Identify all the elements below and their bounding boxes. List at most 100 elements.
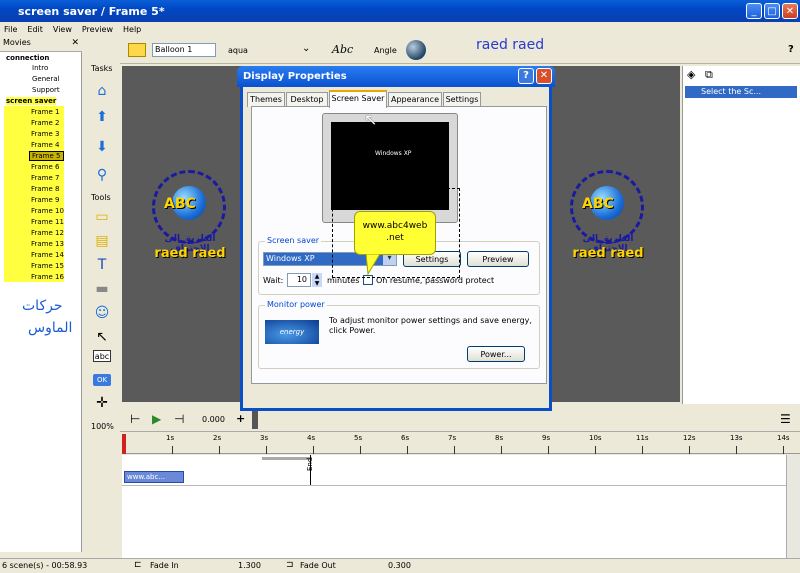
ruler-tick-label: 12s: [683, 434, 696, 442]
dialog-title-bar: Display Properties ? ✕: [237, 66, 555, 87]
duration-value[interactable]: 1.300: [238, 561, 261, 570]
balloon-icon: [128, 43, 146, 57]
button-tool-icon[interactable]: OK: [93, 374, 111, 386]
abc4web-logo-right: ABC الطريق إلى الإحتراف raed raed: [564, 168, 650, 268]
fade-in-icon[interactable]: ⊏: [134, 560, 142, 570]
cube-icon[interactable]: ◈: [687, 68, 695, 81]
person-tool-icon[interactable]: ☺: [93, 304, 111, 322]
cursor-tool-icon[interactable]: ↖: [93, 328, 111, 346]
tree-item[interactable]: General: [32, 75, 60, 83]
movies-header: Movies ✕: [0, 38, 82, 52]
home-icon[interactable]: ⌂: [93, 82, 111, 100]
crosshair-tool-icon[interactable]: ✛: [93, 394, 111, 412]
menu-preview[interactable]: Preview: [82, 25, 113, 34]
tab-screen-saver[interactable]: Screen Saver: [329, 90, 387, 108]
tree-item[interactable]: Frame 11: [31, 218, 64, 226]
monitor-power-text: To adjust monitor power settings and sav…: [329, 316, 532, 335]
tree-item[interactable]: Intro: [32, 64, 48, 72]
timeline-menu-icon[interactable]: ☰: [780, 412, 791, 426]
ruler-tick-line: [360, 446, 361, 454]
timeline-splitter[interactable]: [252, 411, 258, 429]
menu-edit[interactable]: Edit: [27, 25, 43, 34]
selection-box[interactable]: [332, 188, 460, 278]
wait-stepper[interactable]: ▲ ▼: [312, 273, 322, 287]
menu-bar: File Edit View Preview Help: [0, 22, 800, 37]
balloon-name-input[interactable]: Balloon 1: [152, 43, 216, 57]
tree-item[interactable]: Frame 15: [31, 262, 64, 270]
dialog-close-button[interactable]: ✕: [536, 68, 552, 84]
tree-item[interactable]: Frame 12: [31, 229, 64, 237]
dialog-help-button[interactable]: ?: [518, 68, 534, 84]
play-icon[interactable]: ▶: [152, 412, 161, 426]
tree-item[interactable]: Frame 8: [31, 185, 60, 193]
canvas-area[interactable]: ABC الطريق إلى الإحتراف raed raed ABC ال…: [122, 66, 680, 411]
style-select[interactable]: aqua: [228, 46, 248, 55]
tab-themes[interactable]: Themes: [247, 92, 285, 107]
time-value[interactable]: 0.000: [202, 415, 225, 424]
tab-settings[interactable]: Settings: [443, 92, 481, 107]
rectangle-tool-icon[interactable]: ▬: [93, 280, 111, 298]
end-label: End: [306, 457, 314, 471]
textbox-tool-icon[interactable]: abc: [93, 350, 111, 362]
power-button[interactable]: Power...: [467, 346, 525, 362]
help-icon[interactable]: ?: [788, 44, 794, 55]
zoom-level[interactable]: 100%: [91, 422, 114, 431]
ruler-tick-label: 3s: [260, 434, 269, 442]
preview-button[interactable]: Preview: [467, 251, 529, 267]
arrow-down-icon[interactable]: ⬇: [93, 138, 111, 156]
ruler-tick-line: [595, 446, 596, 454]
tree-item-selected[interactable]: Frame 5: [29, 151, 64, 161]
menu-help[interactable]: Help: [123, 25, 141, 34]
add-icon[interactable]: +: [236, 412, 245, 425]
close-button[interactable]: ✕: [782, 3, 798, 19]
ruler-tick-label: 13s: [730, 434, 743, 442]
wait-minutes-input[interactable]: 10: [287, 273, 311, 287]
balloon-tool-icon[interactable]: ▭: [93, 208, 111, 226]
tree-item[interactable]: Frame 3: [31, 130, 60, 138]
chevron-down-icon[interactable]: ⌄: [302, 43, 310, 54]
fade-in-label[interactable]: Fade In: [150, 561, 179, 570]
tree-item[interactable]: Frame 4: [31, 141, 60, 149]
angle-label: Angle: [374, 46, 397, 55]
fade-out-value[interactable]: 0.300: [388, 561, 411, 570]
object-list-item[interactable]: Select the Sc...: [685, 86, 797, 98]
minimize-button[interactable]: _: [746, 3, 762, 19]
go-end-icon[interactable]: ⊣: [174, 412, 184, 426]
tree-item[interactable]: Frame 10: [31, 207, 64, 215]
fade-out-label[interactable]: Fade Out: [300, 561, 336, 570]
track-divider: [122, 485, 786, 486]
font-icon[interactable]: Abc: [332, 43, 353, 56]
tree-item[interactable]: Frame 13: [31, 240, 64, 248]
fade-out-icon[interactable]: ⊐: [286, 560, 294, 570]
tree-item[interactable]: Frame 1: [31, 108, 60, 116]
timeline-scrollbar[interactable]: [786, 455, 800, 558]
layers-icon[interactable]: ⧉: [705, 68, 713, 82]
go-start-icon[interactable]: ⊢: [130, 412, 140, 426]
tree-group-connection[interactable]: connection: [6, 54, 49, 62]
tree-item[interactable]: Frame 16: [31, 273, 64, 281]
menu-view[interactable]: View: [53, 25, 72, 34]
tree-item[interactable]: Frame 7: [31, 174, 60, 182]
tab-desktop[interactable]: Desktop: [286, 92, 328, 107]
tree-item[interactable]: Frame 9: [31, 196, 60, 204]
track-range-bar[interactable]: [262, 457, 312, 460]
tree-item[interactable]: Frame 2: [31, 119, 60, 127]
menu-file[interactable]: File: [4, 25, 17, 34]
timeline-ruler[interactable]: 1s 2s 3s 4s 5s 6s 7s 8s 9s 10s 11s 12s 13s 14s: [122, 434, 800, 454]
timeline-clip[interactable]: www.abc...: [124, 471, 184, 483]
tree-group-screen-saver[interactable]: screen saver: [6, 97, 57, 105]
tools-label: Tools: [91, 193, 111, 202]
tree-item[interactable]: Frame 14: [31, 251, 64, 259]
text-tool-icon[interactable]: T: [93, 256, 111, 274]
tree-item[interactable]: Support: [32, 86, 60, 94]
monitor-power-group: Monitor power energy To adjust monitor p…: [258, 300, 540, 369]
arrow-up-icon[interactable]: ⬆: [93, 108, 111, 126]
playhead[interactable]: [122, 434, 126, 454]
note-tool-icon[interactable]: ▤: [93, 232, 111, 250]
close-panel-icon[interactable]: ✕: [71, 38, 79, 48]
maximize-button[interactable]: □: [764, 3, 780, 19]
zoom-icon[interactable]: ⚲: [93, 166, 111, 184]
tab-appearance[interactable]: Appearance: [388, 92, 442, 107]
angle-dial[interactable]: [406, 40, 426, 60]
tree-item[interactable]: Frame 6: [31, 163, 60, 171]
